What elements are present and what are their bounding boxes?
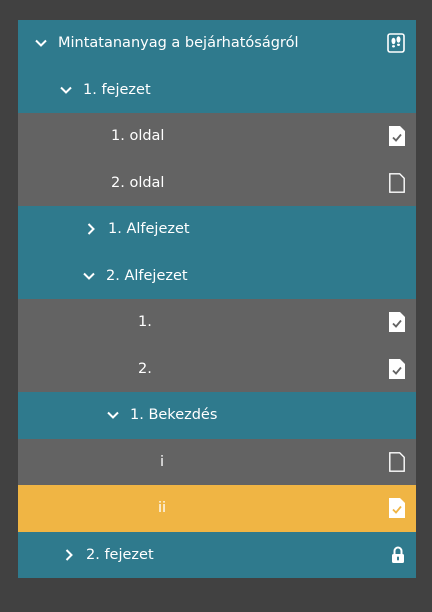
chevron-down-icon[interactable] xyxy=(59,83,73,97)
tree-item-label: ii xyxy=(158,500,167,517)
page-empty-icon xyxy=(389,451,405,472)
page-checked-icon xyxy=(389,126,405,147)
tree-item-label: 1. xyxy=(138,314,152,331)
tree-item-label: 2. fejezet xyxy=(86,546,154,563)
course-tree: Mintatananyag a bejárhatóságról 1. fejez… xyxy=(18,20,416,578)
tree-item-label: 1. Alfejezet xyxy=(108,221,190,238)
page-checked-icon xyxy=(389,498,405,519)
tree-item-subchapter-1[interactable]: 1. Alfejezet xyxy=(18,206,416,253)
tree-item-label: i xyxy=(160,453,165,470)
tree-item-label: 2. Alfejezet xyxy=(106,267,188,284)
tree-item-label: 1. Bekezdés xyxy=(130,407,218,424)
lock-icon xyxy=(391,546,405,564)
tree-item-label: 1. fejezet xyxy=(83,81,151,98)
page-checked-icon xyxy=(389,312,405,333)
tree-item-page-2[interactable]: 2. oldal xyxy=(18,159,416,206)
page-empty-icon xyxy=(389,172,405,193)
tree-item-paragraph-page-ii[interactable]: ii xyxy=(18,485,416,532)
tree-item-subchapter-2-page-2[interactable]: 2. xyxy=(18,345,416,392)
chevron-down-icon[interactable] xyxy=(34,36,48,50)
tree-item-paragraph-1[interactable]: 1. Bekezdés xyxy=(18,392,416,439)
tree-item-label: 2. oldal xyxy=(111,174,165,191)
page-checked-icon xyxy=(389,358,405,379)
tree-item-label: 1. oldal xyxy=(111,128,165,145)
chevron-right-icon[interactable] xyxy=(84,222,98,236)
tree-item-chapter-1[interactable]: 1. fejezet xyxy=(18,66,416,113)
tree-item-subchapter-2-page-1[interactable]: 1. xyxy=(18,299,416,346)
tree-item-page-1[interactable]: 1. oldal xyxy=(18,113,416,160)
tree-item-chapter-2[interactable]: 2. fejezet xyxy=(18,531,416,578)
chevron-down-icon[interactable] xyxy=(106,408,120,422)
footprints-icon xyxy=(387,33,405,54)
tree-item-label: Mintatananyag a bejárhatóságról xyxy=(58,35,299,52)
tree-item-label: 2. xyxy=(138,360,152,377)
chevron-right-icon[interactable] xyxy=(62,548,76,562)
tree-item-subchapter-2[interactable]: 2. Alfejezet xyxy=(18,252,416,299)
tree-item-root[interactable]: Mintatananyag a bejárhatóságról xyxy=(18,20,416,67)
chevron-down-icon[interactable] xyxy=(82,269,96,283)
tree-item-paragraph-page-i[interactable]: i xyxy=(18,438,416,485)
